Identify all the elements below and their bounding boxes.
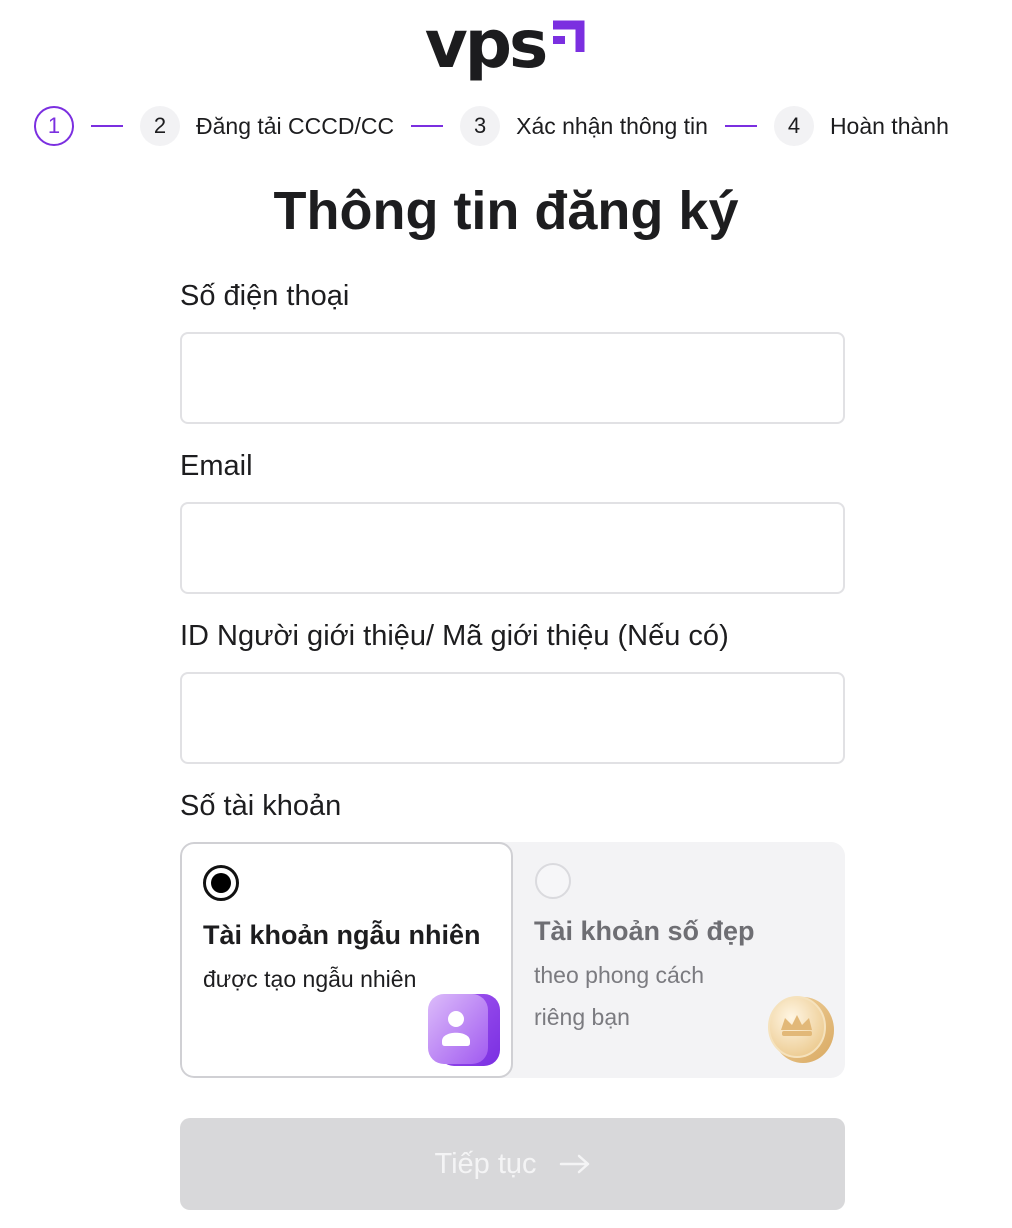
phone-label: Số điện thoại bbox=[180, 280, 350, 312]
logo-arrow-icon bbox=[553, 20, 585, 52]
radio-button[interactable] bbox=[535, 863, 571, 899]
user-badge-icon bbox=[428, 994, 500, 1066]
step-1-number: 1 bbox=[34, 106, 74, 146]
account-option-description: theo phong cách riêng bạn bbox=[534, 962, 705, 1030]
crown-coin-icon bbox=[768, 996, 834, 1063]
account-label: Số tài khoản bbox=[180, 790, 342, 822]
step-connector bbox=[91, 125, 123, 127]
referral-input[interactable] bbox=[180, 672, 845, 764]
progress-stepper: 1 2 Đăng tải CCCD/CC 3 Xác nhận thông ti… bbox=[34, 106, 949, 146]
email-input[interactable] bbox=[180, 502, 845, 594]
phone-input[interactable] bbox=[180, 332, 845, 424]
step-2-label: Đăng tải CCCD/CC bbox=[196, 112, 395, 139]
step-4-number: 4 bbox=[773, 106, 814, 146]
step-3-number: 3 bbox=[460, 106, 501, 146]
step-connector bbox=[724, 125, 757, 127]
step-2-number: 2 bbox=[140, 106, 180, 146]
step-4-label: Hoàn thành bbox=[829, 112, 949, 139]
continue-button-label: Tiếp tục bbox=[434, 1147, 537, 1180]
referral-label: ID Người giới thiệu/ Mã giới thiệu (Nếu … bbox=[180, 620, 729, 652]
account-option-random[interactable]: Tài khoản ngẫu nhiên được tạo ngẫu nhiên bbox=[180, 842, 513, 1078]
arrow-right-icon bbox=[559, 1154, 591, 1174]
account-option-title: Tài khoản số đẹp bbox=[534, 916, 755, 946]
continue-button[interactable]: Tiếp tục bbox=[180, 1118, 845, 1210]
account-option-title: Tài khoản ngẫu nhiên bbox=[203, 920, 481, 950]
logo-text: vps bbox=[424, 6, 549, 83]
account-type-selector: Tài khoản số đẹp theo phong cách riêng b… bbox=[180, 842, 845, 1078]
email-label: Email bbox=[180, 450, 253, 482]
logo: vps bbox=[0, 12, 1012, 78]
step-3-label: Xác nhận thông tin bbox=[516, 112, 708, 139]
step-connector bbox=[411, 125, 444, 127]
page-title: Thông tin đăng ký bbox=[273, 181, 739, 241]
radio-button-selected[interactable] bbox=[203, 865, 239, 901]
account-option-beautiful[interactable]: Tài khoản số đẹp theo phong cách riêng b… bbox=[513, 842, 845, 1078]
